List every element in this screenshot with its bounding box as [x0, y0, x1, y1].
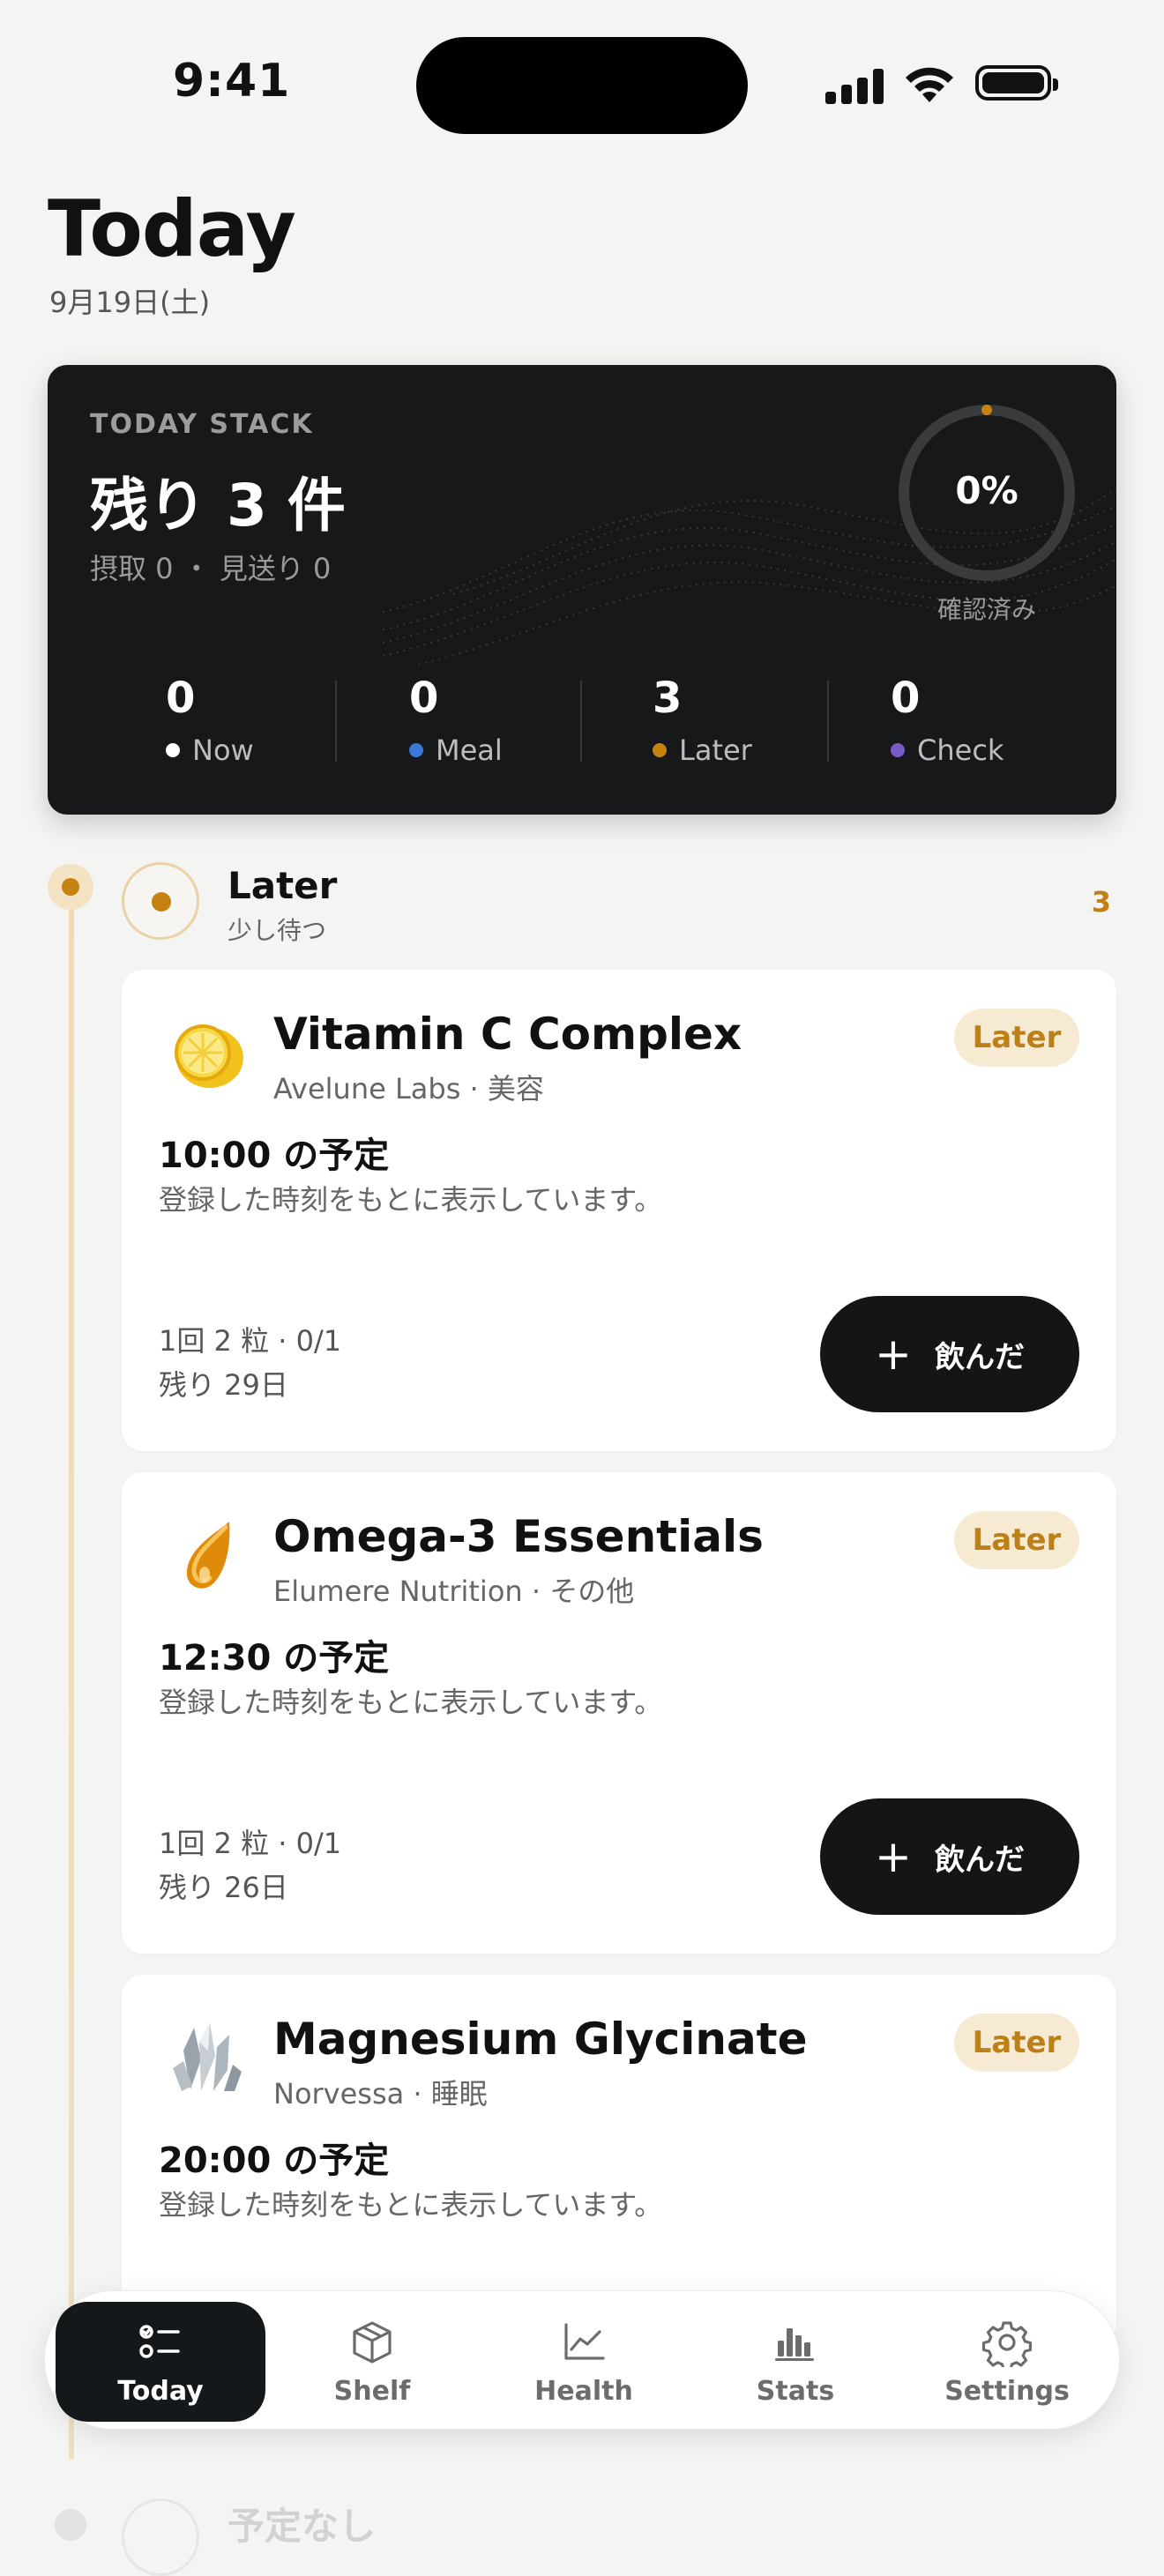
divider [580, 681, 582, 762]
next-section-title: 予定なし [228, 2505, 377, 2548]
supplement-brand: Elumere Nutrition · その他 [273, 1575, 635, 1608]
supplement-name: Magnesium Glycinate [273, 2014, 808, 2065]
wifi-icon [906, 67, 953, 102]
days-remaining: 残り 29日 [159, 1368, 288, 1402]
cellular-signal-icon [825, 69, 885, 104]
schedule-note: 登録した時刻をもとに表示しています。 [159, 2188, 663, 2222]
section-subtitle: 少し待つ [228, 916, 327, 945]
status-badge: Later [954, 1009, 1079, 1067]
today-stack-card[interactable]: TODAY STACK 残り 3 件 摂取 0 ・ 見送り 0 0% 確認済み … [48, 365, 1116, 815]
supplement-name: Omega-3 Essentials [273, 1511, 764, 1562]
stat-label: Now [192, 733, 254, 767]
tab-label: Settings [944, 2375, 1070, 2407]
scheduled-time: 10:00 の予定 [159, 1135, 390, 1176]
progress-percent: 0% [955, 469, 1018, 512]
tab-settings[interactable]: Settings [902, 2302, 1112, 2422]
timeline-line [69, 890, 74, 2460]
plus-icon: + [875, 1831, 912, 1882]
dose-amount: 1回 2 粒 · 0/1 [159, 1324, 342, 1358]
schedule-note: 登録した時刻をもとに表示しています。 [159, 1686, 663, 1719]
take-button[interactable]: + 飲んだ [820, 1798, 1079, 1915]
status-time: 9:41 [173, 55, 291, 108]
stack-label: TODAY STACK [90, 409, 314, 440]
supplement-brand: Norvessa · 睡眠 [273, 2077, 488, 2111]
status-badge: Later [954, 2014, 1079, 2072]
supplement-card[interactable]: Magnesium Glycinate Norvessa · 睡眠 Later … [122, 1975, 1116, 2345]
section-title: Later [228, 864, 338, 907]
stat-label: Later [679, 733, 752, 767]
status-badge: Later [954, 1511, 1079, 1569]
schedule-note: 登録した時刻をもとに表示しています。 [159, 1183, 663, 1217]
take-button-label: 飲んだ [934, 1339, 1025, 1375]
take-button[interactable]: + 飲んだ [820, 1296, 1079, 1412]
gear-icon [982, 2320, 1032, 2367]
progress-label: 確認済み [936, 595, 1036, 624]
dose-amount: 1回 2 粒 · 0/1 [159, 1827, 342, 1860]
tab-label: Stats [756, 2375, 835, 2407]
supplement-card[interactable]: Vitamin C Complex Avelune Labs · 美容 Late… [122, 970, 1116, 1451]
remaining-count: 残り 3 件 [90, 472, 346, 540]
timeline-dot-center [62, 878, 79, 896]
status-dot [653, 743, 667, 757]
divider [827, 681, 829, 762]
supplement-card[interactable]: Omega-3 Essentials Elumere Nutrition · そ… [122, 1472, 1116, 1954]
section-icon [122, 2498, 199, 2576]
tab-label: Health [534, 2375, 633, 2407]
box-icon [353, 2320, 392, 2364]
stat-later[interactable]: 3 Later [653, 674, 855, 767]
stat-value: 0 [891, 674, 921, 723]
days-remaining: 残り 26日 [159, 1871, 288, 1904]
divider [335, 681, 337, 762]
page-title: Today [48, 183, 296, 274]
stat-check[interactable]: 0 Check [891, 674, 1093, 767]
dynamic-island [416, 37, 748, 134]
stat-label: Meal [436, 733, 503, 767]
crystal-icon [173, 2022, 242, 2091]
later-section-icon [122, 862, 199, 940]
battery-icon [975, 65, 1058, 101]
tab-health[interactable]: Health [479, 2302, 689, 2422]
scheduled-time: 12:30 の予定 [159, 1638, 390, 1679]
tab-shelf[interactable]: Shelf [267, 2302, 477, 2422]
tab-today[interactable]: Today [56, 2302, 265, 2422]
tab-bar: Today Shelf Health Stats Settings [44, 2290, 1120, 2430]
bar-chart-icon [775, 2327, 814, 2361]
stat-value: 0 [166, 674, 196, 723]
supplement-brand: Avelune Labs · 美容 [273, 1072, 544, 1106]
checklist-icon [139, 2324, 180, 2358]
supplement-name: Vitamin C Complex [273, 1009, 742, 1060]
status-dot [166, 743, 180, 757]
dose-info: 1回 2 粒 · 0/1 残り 26日 [159, 1821, 341, 1910]
oil-drop-icon [186, 1522, 230, 1589]
tab-label: Today [117, 2375, 204, 2407]
stat-value: 3 [653, 674, 683, 723]
intake-summary: 摂取 0 ・ 見送り 0 [90, 552, 332, 585]
timeline-dot [55, 2509, 86, 2541]
stat-label: Check [917, 733, 1004, 767]
tab-stats[interactable]: Stats [690, 2302, 900, 2422]
dose-info: 1回 2 粒 · 0/1 残り 29日 [159, 1319, 341, 1407]
plus-icon: + [875, 1329, 912, 1380]
page-date: 9月19日(土) [49, 286, 211, 319]
section-count: 3 [1091, 885, 1111, 919]
status-dot [891, 743, 905, 757]
tab-label: Shelf [333, 2375, 411, 2407]
take-button-label: 飲んだ [934, 1842, 1025, 1878]
scheduled-time: 20:00 の予定 [159, 2140, 390, 2181]
status-dot [409, 743, 423, 757]
line-chart-icon [564, 2322, 605, 2360]
lemon-icon [175, 1024, 243, 1088]
stat-now[interactable]: 0 Now [166, 674, 369, 767]
